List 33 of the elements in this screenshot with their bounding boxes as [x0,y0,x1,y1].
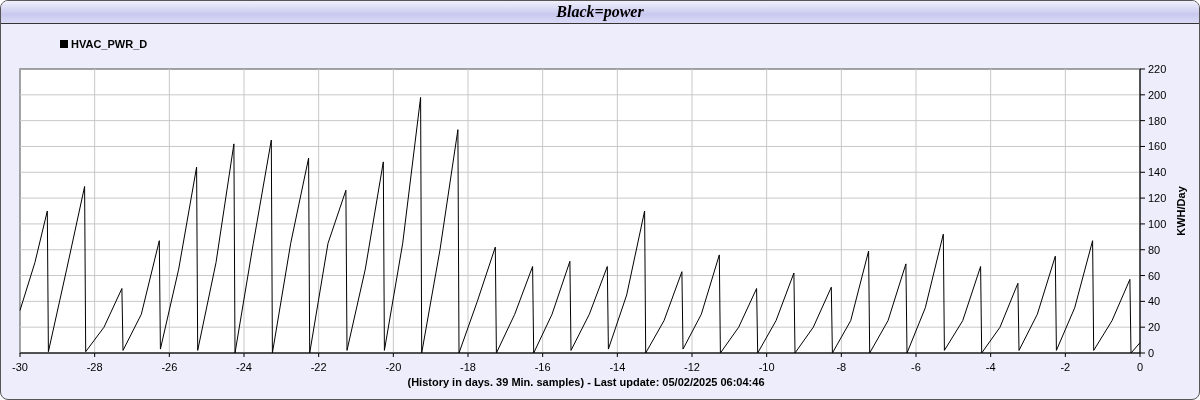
tick-label: -12 [684,361,700,373]
tick-label: 40 [1148,295,1161,308]
legend-label: HVAC_PWR_D [71,38,148,50]
tick-label: -16 [534,361,551,373]
tick-label: -6 [911,361,921,373]
tick-label: 180 [1148,114,1167,127]
tick-label: 80 [1148,243,1161,256]
legend-marker [60,40,68,48]
tick-label: -4 [985,361,996,373]
tick-label: -24 [236,361,252,373]
tick-label: -28 [86,361,103,373]
tick-label: 100 [1148,217,1167,230]
tick-label: 20 [1148,321,1161,334]
window-title: Black=power [556,3,644,21]
tick-label: 160 [1148,140,1167,153]
tick-label: -2 [1060,361,1071,373]
tick-label: -30 [12,361,28,373]
axis-label: (History in days. 39 Min. samples) - Last update: 05/02/2025 06:04:46 [407,376,765,388]
tick-label: -22 [310,361,327,373]
tick-label: 0 [1136,361,1144,373]
tick-label: 60 [1148,269,1161,282]
tick-label: -8 [836,361,847,373]
tick-label: -26 [161,361,178,373]
tick-label: 0 [1148,347,1155,359]
tick-label: 200 [1148,88,1167,101]
axis-label: KWH/Day [1175,186,1187,236]
tick-label: 120 [1148,192,1167,205]
tick-label: -10 [758,361,775,373]
tick-label: -20 [385,361,402,373]
tick-label: -14 [609,361,626,373]
tick-label: 140 [1148,166,1167,179]
tick-label: 220 [1148,63,1167,75]
tick-label: -18 [460,361,476,373]
